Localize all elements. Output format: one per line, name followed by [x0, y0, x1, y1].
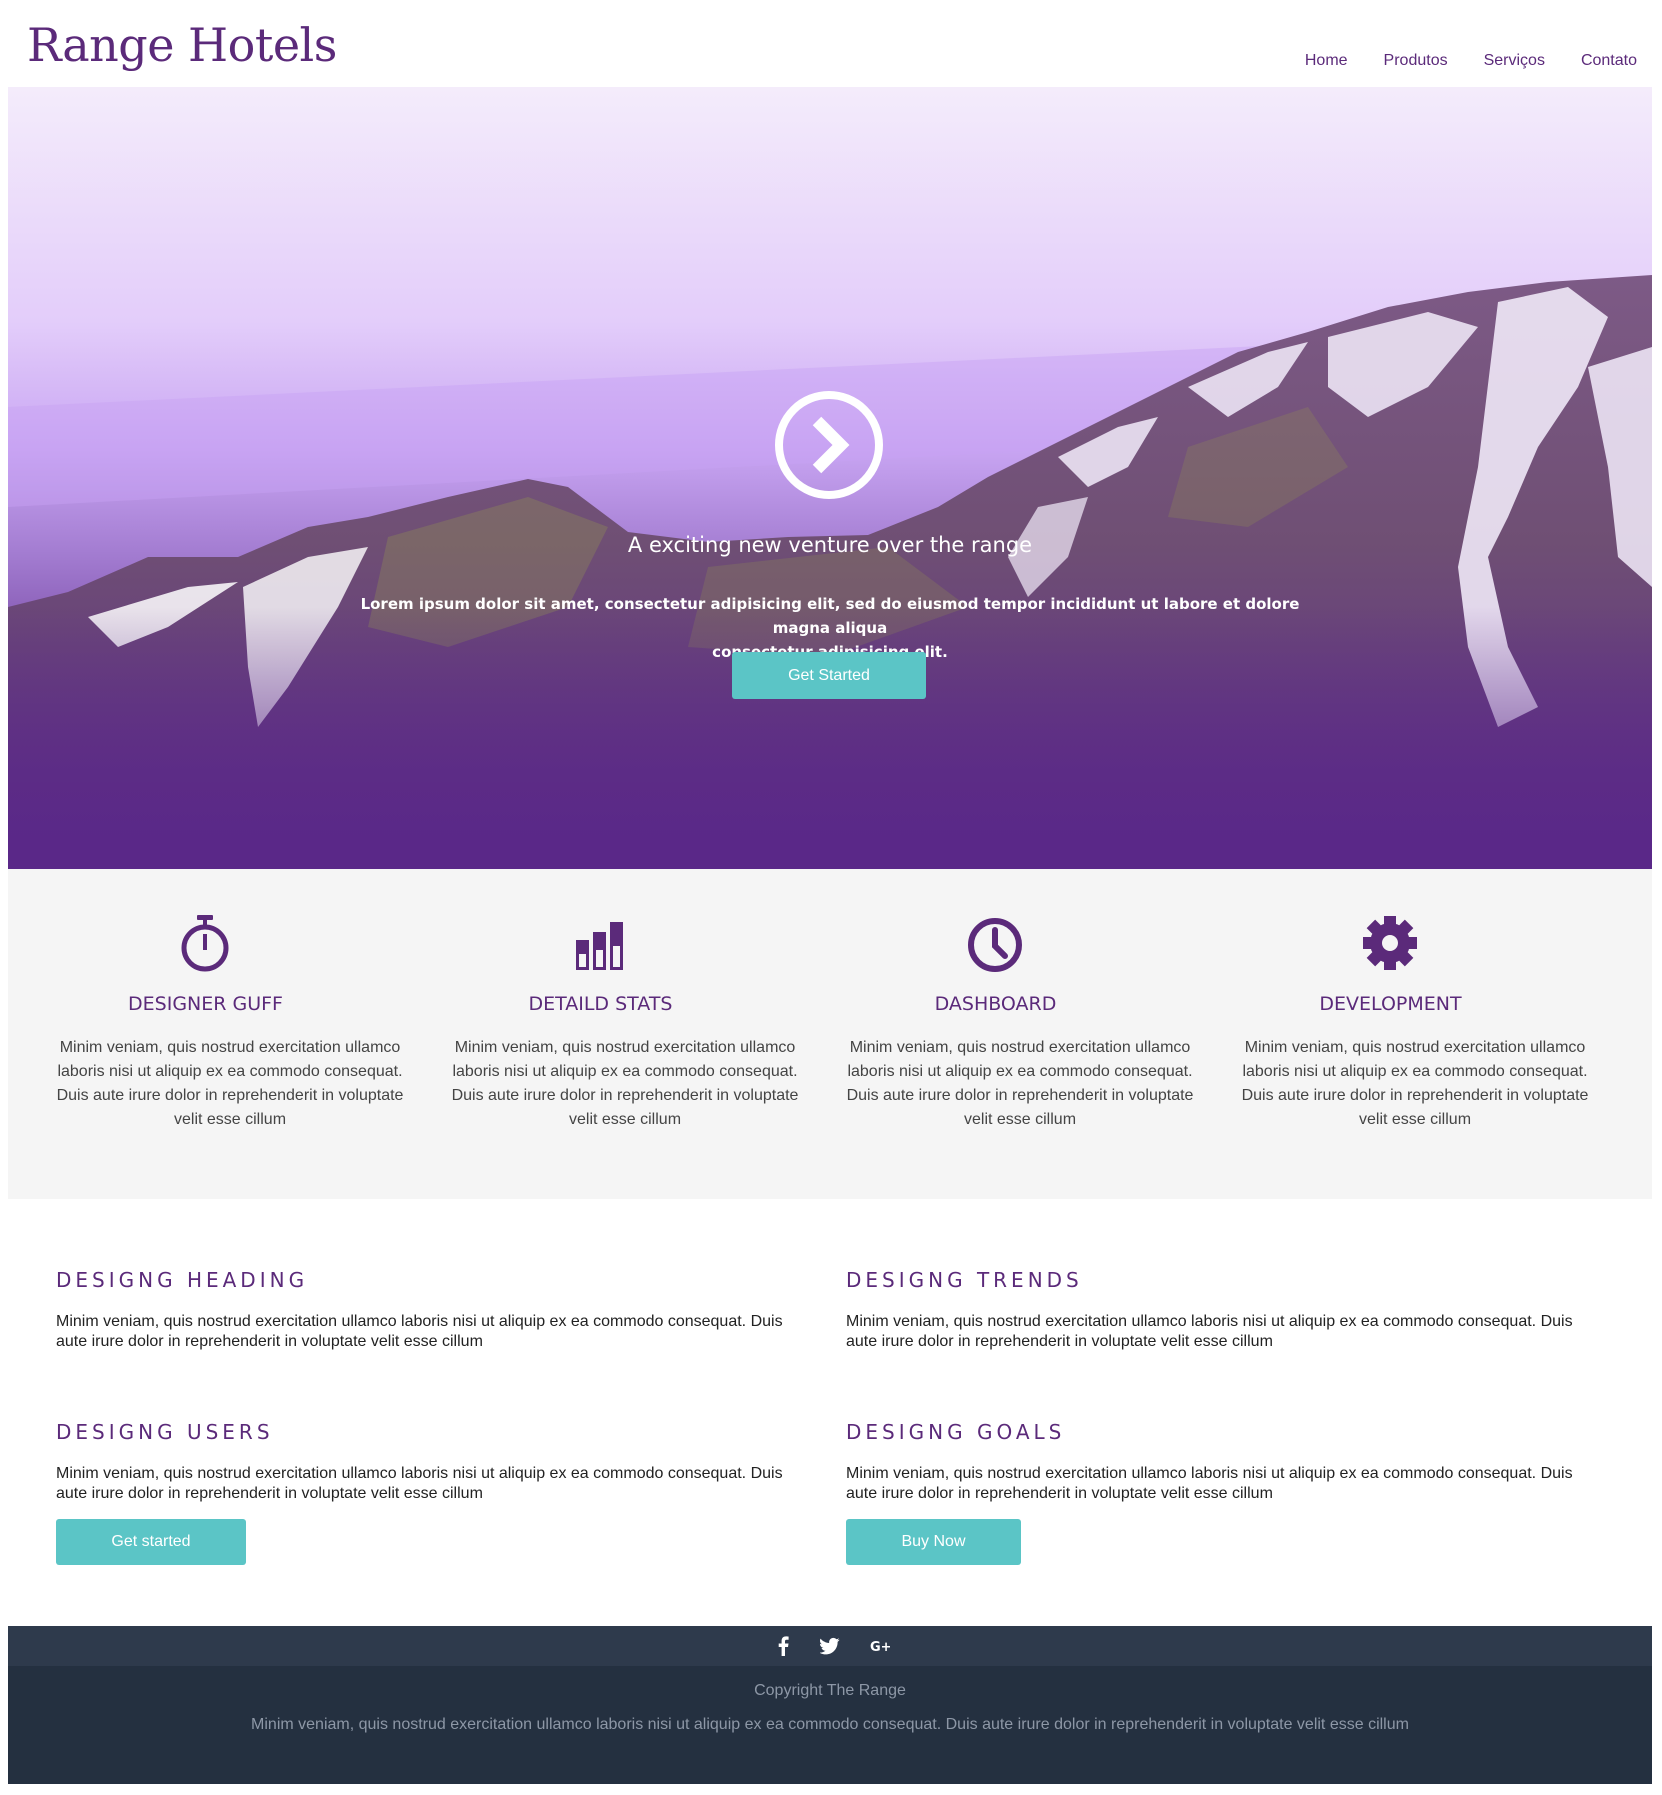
- feature-text: Minim veniam, quis nostrud exercitation …: [1241, 1039, 1589, 1128]
- block-text: Minim veniam, quis nostrud exercitation …: [56, 1465, 783, 1502]
- site-footer: Copyright The Range Minim veniam, quis n…: [8, 1666, 1652, 1784]
- feature-title: DEVELOPMENT: [1319, 993, 1462, 1015]
- nav-contato[interactable]: Contato: [1581, 52, 1637, 70]
- footer-text: Minim veniam, quis nostrud exercitation …: [251, 1716, 1409, 1733]
- feature-text: Minim veniam, quis nostrud exercitation …: [56, 1039, 404, 1128]
- site-logo[interactable]: Range Hotels: [27, 18, 337, 72]
- info-block-goals: DESIGNG GOALS Minim veniam, quis nostrud…: [846, 1420, 1586, 1504]
- feature-text: Minim veniam, quis nostrud exercitation …: [451, 1039, 799, 1128]
- bar-chart-icon: [576, 922, 623, 970]
- block-text: Minim veniam, quis nostrud exercitation …: [846, 1465, 1573, 1502]
- google-plus-icon[interactable]: G+: [870, 1636, 890, 1656]
- site-header: Range Hotels Home Produtos Serviços Cont…: [8, 0, 1652, 87]
- social-bar: G+: [8, 1626, 1652, 1666]
- block-text: Minim veniam, quis nostrud exercitation …: [56, 1313, 783, 1350]
- block-title: DESIGNG HEADING: [56, 1268, 309, 1292]
- block-title: DESIGNG GOALS: [846, 1420, 1066, 1444]
- get-started-button[interactable]: Get Started: [732, 652, 926, 699]
- nav-servicos[interactable]: Serviços: [1484, 52, 1545, 70]
- nav-home[interactable]: Home: [1305, 52, 1348, 70]
- copyright-text: Copyright The Range: [754, 1682, 906, 1699]
- nav-produtos[interactable]: Produtos: [1384, 52, 1448, 70]
- svg-text:G+: G+: [870, 1640, 890, 1655]
- play-chevron-icon[interactable]: [773, 389, 885, 501]
- facebook-icon[interactable]: [774, 1636, 794, 1656]
- hero-banner: A exciting new venture over the range Lo…: [8, 87, 1652, 869]
- main-nav: Home Produtos Serviços Contato: [1305, 52, 1637, 70]
- get-started-secondary-button[interactable]: Get started: [56, 1519, 246, 1565]
- feature-title: DASHBOARD: [934, 993, 1057, 1015]
- info-block-trends: DESIGNG TRENDS Minim veniam, quis nostru…: [846, 1268, 1586, 1352]
- info-block-heading: DESIGNG HEADING Minim veniam, quis nostr…: [56, 1268, 796, 1352]
- feature-title: DESIGNER GUFF: [128, 993, 283, 1015]
- block-text: Minim veniam, quis nostrud exercitation …: [846, 1313, 1573, 1350]
- buy-now-button[interactable]: Buy Now: [846, 1519, 1021, 1565]
- gear-icon: [1363, 916, 1417, 970]
- block-title: DESIGNG TRENDS: [846, 1268, 1083, 1292]
- feature-text: Minim veniam, quis nostrud exercitation …: [846, 1039, 1194, 1128]
- hero-title: A exciting new venture over the range: [627, 533, 1033, 557]
- clock-icon: [968, 918, 1022, 972]
- features-section: DESIGNER GUFF Minim veniam, quis nostrud…: [8, 869, 1652, 1199]
- feature-title: DETAILD STATS: [528, 993, 673, 1015]
- info-block-users: DESIGNG USERS Minim veniam, quis nostrud…: [56, 1420, 796, 1504]
- twitter-icon[interactable]: [820, 1636, 840, 1656]
- stopwatch-icon: [181, 915, 229, 972]
- block-title: DESIGNG USERS: [56, 1420, 274, 1444]
- hero-description-line1: Lorem ipsum dolor sit amet, consectetur …: [360, 595, 1300, 637]
